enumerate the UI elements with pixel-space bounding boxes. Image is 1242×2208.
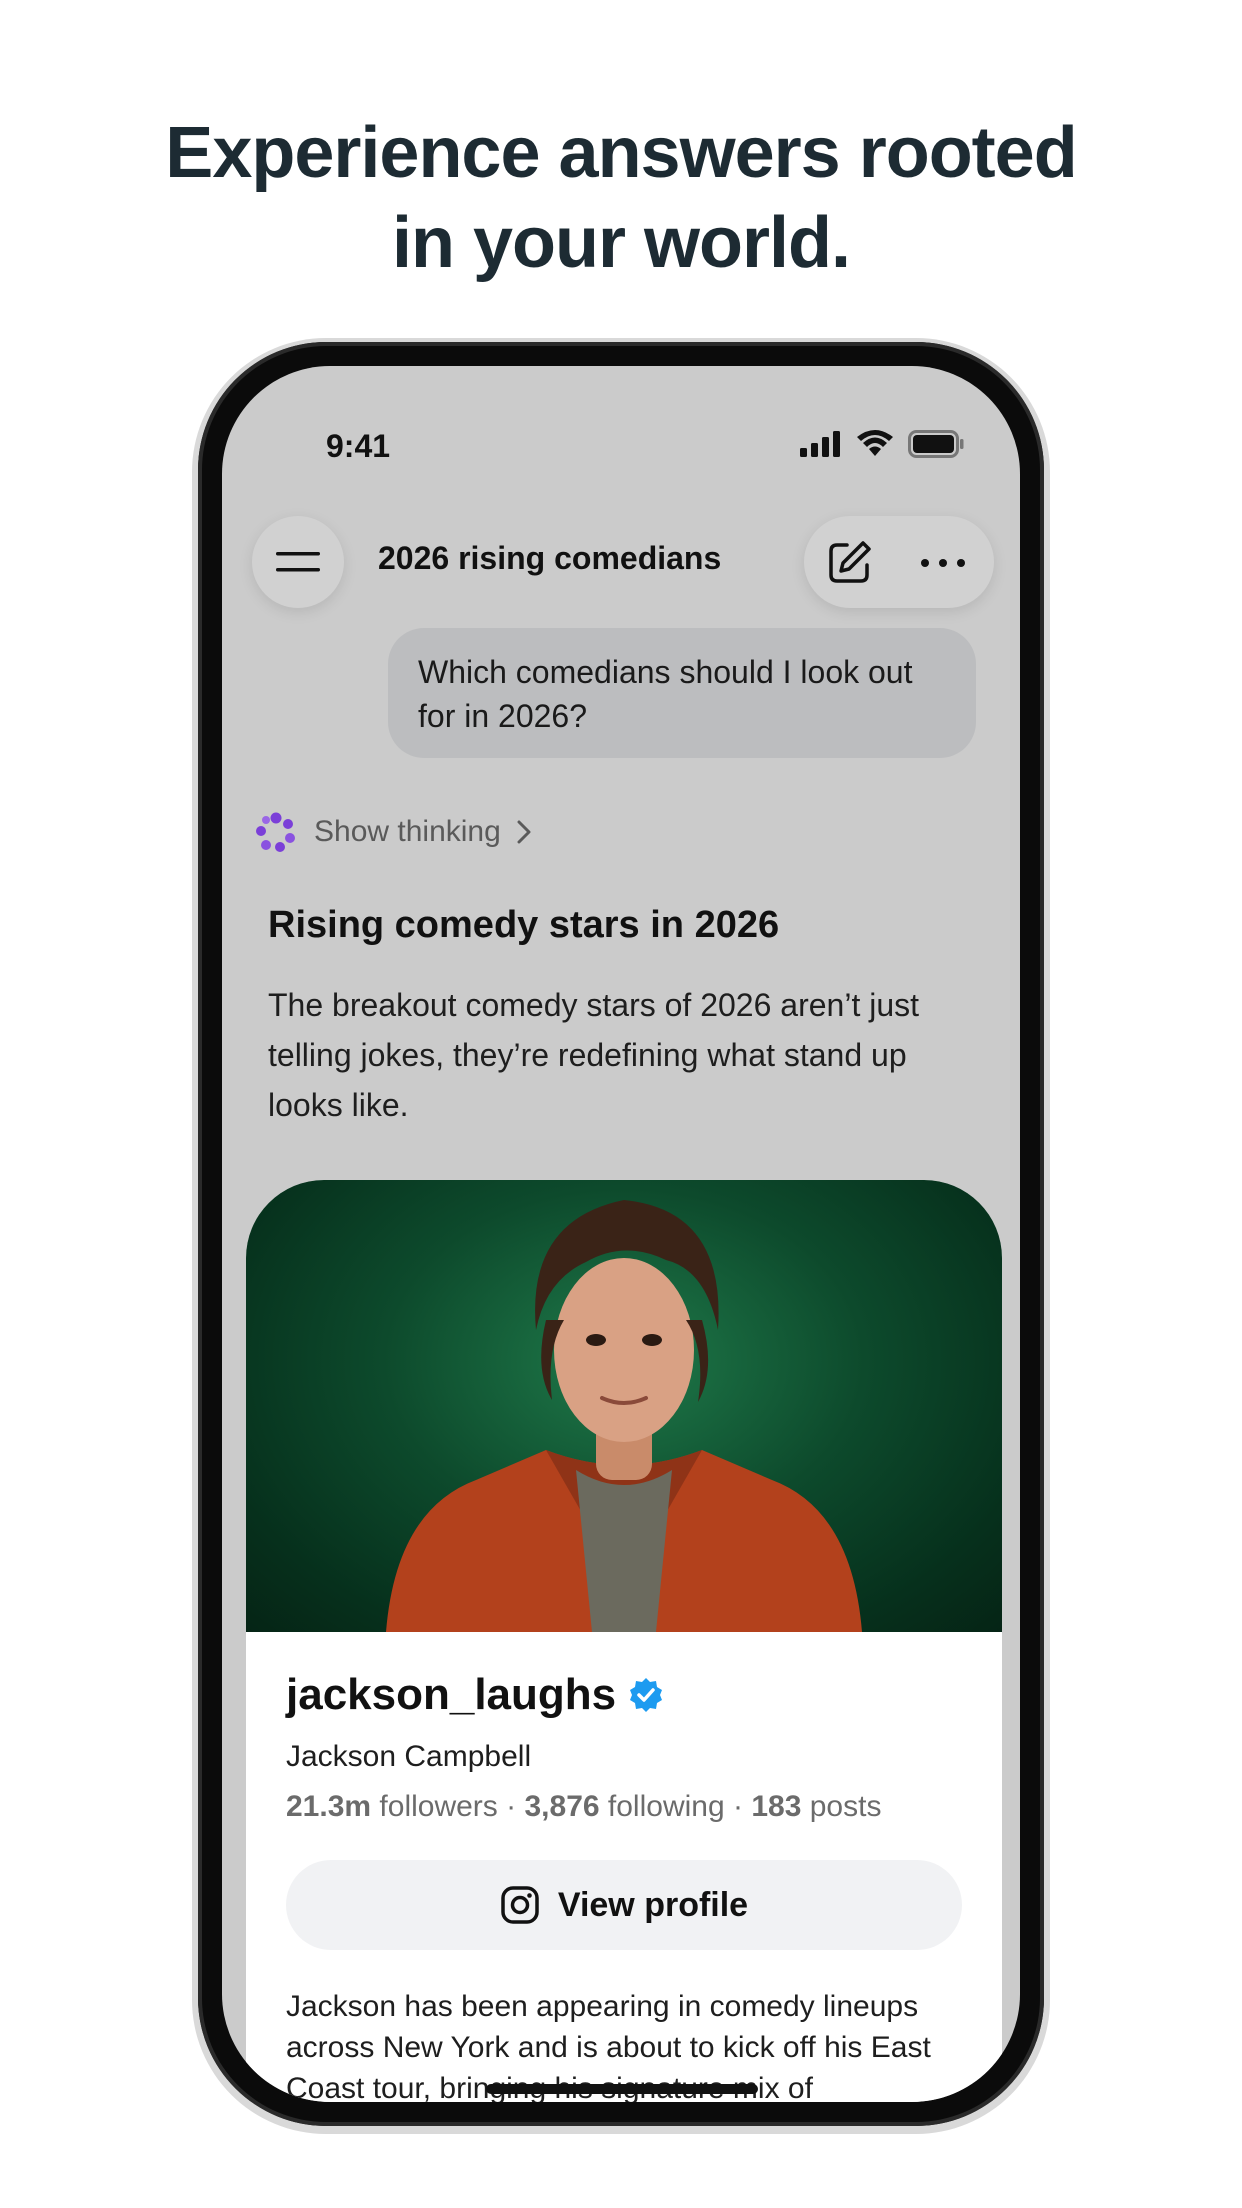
- profile-photo: [246, 1180, 1002, 1632]
- phone-frame: 9:41 2026 rising comedians Which comedia…: [198, 342, 1044, 2126]
- conversation-title: 2026 rising comedians: [378, 540, 722, 576]
- stats-separator: ·: [506, 1790, 517, 1823]
- wifi-icon: [857, 430, 893, 456]
- compose-icon: [829, 541, 871, 583]
- status-time: 9:41: [326, 428, 391, 464]
- signal-icon: [800, 431, 840, 457]
- headline: Experience answers rooted in your world.: [0, 108, 1242, 288]
- home-indicator[interactable]: [486, 2084, 758, 2094]
- profile-stats: 21.3m followers · 3,876 following · 183 …: [286, 1790, 881, 1824]
- following-label: following: [607, 1790, 725, 1823]
- chevron-right-icon: [517, 820, 531, 844]
- more-options-button[interactable]: [914, 534, 972, 592]
- answer-body: The breakout comedy stars of 2026 aren’t…: [268, 987, 920, 1123]
- ai-thinking-icon: [256, 812, 295, 852]
- profile-username: jackson_laughs: [286, 1670, 617, 1719]
- posts-count: 183: [751, 1790, 802, 1823]
- view-profile-button[interactable]: View profile: [286, 1860, 962, 1950]
- headline-line-2: in your world.: [391, 203, 851, 283]
- profile-card[interactable]: jackson_laughs Jackson Campbell 21.3m fo…: [246, 1180, 1002, 2102]
- show-thinking-toggle[interactable]: Show thinking: [254, 810, 531, 854]
- verified-badge-icon: [630, 1678, 663, 1712]
- view-profile-label: View profile: [557, 1885, 749, 1924]
- portrait-illustration: [386, 1200, 862, 1632]
- hamburger-menu-icon: [276, 552, 320, 572]
- profile-full-name: Jackson Campbell: [286, 1740, 532, 1773]
- phone-screen: 9:41 2026 rising comedians Which comedia…: [222, 366, 1020, 2102]
- headline-line-1: Experience answers rooted: [165, 113, 1077, 193]
- new-chat-button[interactable]: [820, 534, 878, 592]
- followers-count: 21.3m: [286, 1790, 372, 1823]
- status-icons: [800, 430, 964, 458]
- posts-label: posts: [809, 1790, 882, 1823]
- top-actions-pill: [804, 516, 994, 608]
- more-dots-icon: [921, 559, 965, 567]
- profile-username-row: jackson_laughs: [286, 1670, 664, 1720]
- instagram-icon: [501, 1886, 539, 1924]
- show-thinking-label: Show thinking: [314, 815, 501, 848]
- battery-icon: [908, 430, 964, 458]
- user-message-bubble: Which comedians should I look out for in…: [388, 628, 976, 758]
- followers-label: followers: [379, 1790, 498, 1823]
- answer-title: Rising comedy stars in 2026: [268, 904, 780, 946]
- following-count: 3,876: [524, 1790, 600, 1823]
- stats-separator: ·: [732, 1790, 743, 1823]
- menu-button[interactable]: [252, 516, 344, 608]
